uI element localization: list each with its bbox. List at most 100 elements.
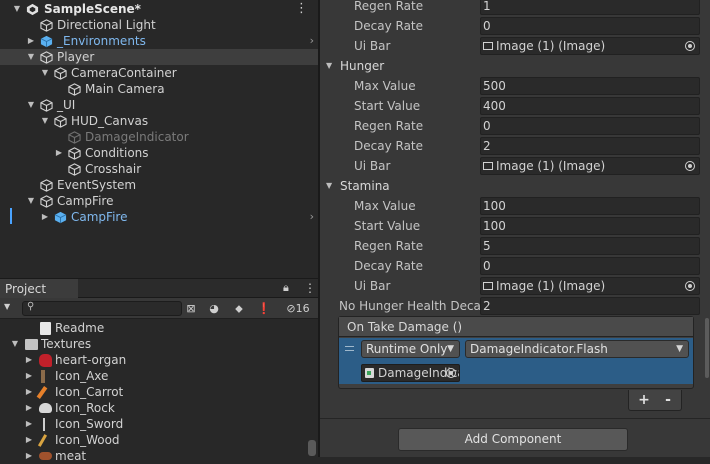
ui-bar-object-field[interactable]: Image (1) (Image) xyxy=(480,37,700,55)
project-item-icon-wood[interactable]: ▶ Icon_Wood xyxy=(0,432,318,448)
more-options-icon[interactable]: ⋮ xyxy=(304,281,316,295)
hierarchy-scene-row[interactable]: ▼ SampleScene* ⋮ xyxy=(0,1,318,17)
decay-rate-input[interactable]: 0 xyxy=(480,257,700,275)
warning-filter-icon[interactable]: ❗ xyxy=(253,300,275,317)
chevron-right-icon[interactable]: › xyxy=(310,33,314,49)
collapse-arrow-icon[interactable]: ▶ xyxy=(54,145,64,161)
hierarchy-item-player[interactable]: ▼ Player xyxy=(0,49,318,65)
event-listener-row[interactable]: Runtime Only ▼ DamageIndicator.Flash ▼ D… xyxy=(339,338,693,384)
filter-by-label-icon[interactable]: ⬥ xyxy=(228,300,250,317)
hidden-count: 16 xyxy=(295,302,310,315)
drag-handle-icon[interactable] xyxy=(345,346,354,351)
hierarchy-item-campfire[interactable]: ▼ CampFire xyxy=(0,193,318,209)
project-item-readme[interactable]: Readme xyxy=(0,320,318,336)
project-item-heart-organ[interactable]: ▶ heart-organ xyxy=(0,352,318,368)
collapse-arrow-icon[interactable]: ▶ xyxy=(24,448,34,464)
project-item-textures[interactable]: ▼ Textures xyxy=(0,336,318,352)
function-dropdown[interactable]: DamageIndicator.Flash ▼ xyxy=(465,340,689,358)
section-hunger[interactable]: ▼ Hunger xyxy=(320,56,710,76)
collapse-arrow-icon[interactable]: ▶ xyxy=(24,416,34,432)
hierarchy-item-directional-light[interactable]: Directional Light xyxy=(0,17,318,33)
chevron-right-icon[interactable]: › xyxy=(310,209,314,225)
stamina-decay-rate: Decay Rate 0 xyxy=(320,256,710,276)
expand-arrow-icon[interactable]: ▼ xyxy=(12,1,22,17)
hierarchy-item-camera-container[interactable]: ▼ CameraContainer xyxy=(0,65,318,81)
collapse-arrow-icon[interactable]: ▶ xyxy=(40,209,50,225)
expand-arrow-icon[interactable]: ▼ xyxy=(40,113,50,129)
expand-arrow-icon[interactable]: ▼ xyxy=(26,193,36,209)
project-item-label: Icon_Sword xyxy=(55,417,124,431)
field-decay-rate: Decay Rate 0 xyxy=(320,16,710,36)
expand-arrow-icon[interactable]: ▼ xyxy=(40,65,50,81)
expand-arrow-icon[interactable]: ▼ xyxy=(26,97,36,113)
hierarchy-item-label: EventSystem xyxy=(57,178,137,192)
add-listener-button[interactable]: + xyxy=(631,390,657,410)
max-value-input[interactable]: 500 xyxy=(480,77,700,95)
hierarchy-item-hud-canvas[interactable]: ▼ HUD_Canvas xyxy=(0,113,318,129)
expand-arrow-icon[interactable]: ▼ xyxy=(10,336,20,352)
hierarchy-item-main-camera[interactable]: Main Camera xyxy=(0,81,318,97)
expand-arrow-icon[interactable]: ▼ xyxy=(26,49,36,65)
ui-bar-object-field[interactable]: Image (1) (Image) xyxy=(480,277,700,295)
project-item-label: meat xyxy=(55,449,87,463)
hierarchy-item-conditions[interactable]: ▶ Conditions xyxy=(0,145,318,161)
add-component-button[interactable]: Add Component xyxy=(398,428,628,451)
project-item-label: Icon_Rock xyxy=(55,401,115,415)
regen-rate-input[interactable]: 1 xyxy=(480,0,700,15)
project-item-icon-axe[interactable]: ▶ Icon_Axe xyxy=(0,368,318,384)
start-value-input[interactable]: 400 xyxy=(480,97,700,115)
project-item-label: heart-organ xyxy=(55,353,127,367)
field-label: Start Value xyxy=(354,219,421,233)
regen-rate-input[interactable]: 0 xyxy=(480,117,700,135)
project-item-icon-sword[interactable]: ▶ Icon_Sword xyxy=(0,416,318,432)
object-picker-icon[interactable] xyxy=(685,161,695,171)
expand-arrow-icon[interactable]: ▼ xyxy=(326,56,332,76)
decay-rate-input[interactable]: 2 xyxy=(480,137,700,155)
project-scrollbar[interactable] xyxy=(308,440,316,456)
search-by-type-icon[interactable]: ⊠ xyxy=(180,300,202,317)
lock-icon[interactable]: 🔒︎ xyxy=(283,281,289,295)
object-picker-icon[interactable] xyxy=(685,281,695,291)
collapse-arrow-icon[interactable]: ▶ xyxy=(24,432,34,448)
filter-by-type-icon[interactable]: ◕ xyxy=(203,300,225,317)
no-hunger-health-decay-input[interactable]: 2 xyxy=(480,297,700,315)
hierarchy-item-damage-indicator[interactable]: DamageIndicator xyxy=(0,129,318,145)
create-dropdown-icon[interactable]: ▼ xyxy=(4,302,10,311)
runtime-dropdown[interactable]: Runtime Only ▼ xyxy=(361,340,460,358)
collapse-arrow-icon[interactable]: ▶ xyxy=(24,384,34,400)
remove-listener-button[interactable]: - xyxy=(655,390,681,410)
axe-texture-icon xyxy=(41,370,45,383)
gameobject-icon xyxy=(54,67,67,80)
ui-bar-object-field[interactable]: Image (1) (Image) xyxy=(480,157,700,175)
start-value-input[interactable]: 100 xyxy=(480,217,700,235)
decay-rate-input[interactable]: 0 xyxy=(480,17,700,35)
project-item-label: Icon_Carrot xyxy=(55,385,124,399)
object-picker-icon[interactable] xyxy=(446,368,456,378)
collapse-arrow-icon[interactable]: ▶ xyxy=(24,352,34,368)
collapse-arrow-icon[interactable]: ▶ xyxy=(26,33,36,49)
no-hunger-health-decay: No Hunger Health Decay 2 xyxy=(320,296,710,316)
collapse-arrow-icon[interactable]: ▶ xyxy=(24,368,34,384)
hierarchy-item-event-system[interactable]: EventSystem xyxy=(0,177,318,193)
section-stamina[interactable]: ▼ Stamina xyxy=(320,176,710,196)
regen-rate-input[interactable]: 5 xyxy=(480,237,700,255)
inspector-panel: Regen Rate 1 Decay Rate 0 Ui Bar Image (… xyxy=(320,0,710,457)
event-target-object-field[interactable]: DamageIndicator xyxy=(361,364,460,382)
expand-arrow-icon[interactable]: ▼ xyxy=(326,176,332,196)
hierarchy-item-ui[interactable]: ▼ _UI xyxy=(0,97,318,113)
project-item-icon-carrot[interactable]: ▶ Icon_Carrot xyxy=(0,384,318,400)
object-picker-icon[interactable] xyxy=(685,41,695,51)
hidden-packages-toggle[interactable]: ⊘16 xyxy=(280,300,316,317)
hierarchy-item-environments[interactable]: ▶ _Environments › xyxy=(0,33,318,49)
max-value-input[interactable]: 100 xyxy=(480,197,700,215)
hierarchy-item-crosshair[interactable]: Crosshair xyxy=(0,161,318,177)
search-input[interactable]: ⚲ xyxy=(22,301,182,316)
more-options-icon[interactable]: ⋮ xyxy=(295,2,308,15)
tab-project[interactable]: Project xyxy=(0,279,78,299)
project-item-icon-rock[interactable]: ▶ Icon_Rock xyxy=(0,400,318,416)
collapse-arrow-icon[interactable]: ▶ xyxy=(24,400,34,416)
project-item-meat[interactable]: ▶ meat xyxy=(0,448,318,464)
inspector-scrollbar[interactable] xyxy=(705,318,709,378)
hierarchy-item-campfire-prefab[interactable]: ▶ CampFire › xyxy=(0,209,318,225)
stamina-regen-rate: Regen Rate 5 xyxy=(320,236,710,256)
